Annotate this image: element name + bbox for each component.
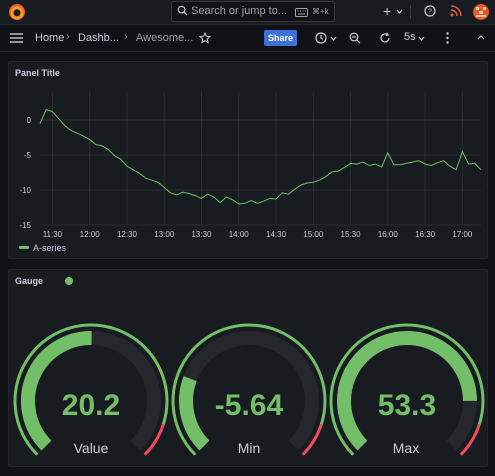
x-tick-label: 12:00: [80, 230, 101, 239]
y-tick-label: -10: [19, 186, 31, 195]
gauge-label-value: Value: [73, 440, 109, 456]
x-tick-label: 16:30: [415, 230, 436, 239]
timeseries-panel: Panel Title 0 -5 -10 -15 11:30 12:00 12:30 13:…: [8, 61, 488, 259]
gauge-value: 20.2: [13, 323, 169, 456]
gauge-chart: 20.2 -5.64 53.3: [13, 323, 485, 456]
y-tick-label: -5: [24, 151, 32, 160]
gauge-label-max: Max: [392, 440, 420, 456]
keyboard-icon: [295, 8, 308, 17]
avatar-icon: [476, 7, 486, 17]
rss-news-icon[interactable]: [450, 5, 462, 17]
chevron-down-icon[interactable]: [418, 36, 425, 41]
gauge-value-text: 53.3: [378, 389, 436, 422]
gauge-min: -5.64: [171, 323, 327, 456]
x-tick-label: 14:00: [229, 230, 250, 239]
gauge-value-arc: [179, 376, 210, 451]
grafana-logo-icon[interactable]: [9, 4, 25, 20]
search-input[interactable]: Search or jump to... ⌘+k: [171, 1, 335, 22]
legend-swatch: [19, 246, 29, 249]
help-icon[interactable]: ?: [424, 5, 436, 17]
svg-text:?: ?: [428, 9, 432, 16]
breadcrumb-separator: ›: [66, 31, 70, 43]
y-tick-label: 0: [27, 116, 32, 125]
x-tick-label: 15:00: [303, 230, 324, 239]
x-tick-label: 15:30: [341, 230, 362, 239]
x-tick-label: 16:00: [378, 230, 399, 239]
gauge-label-min: Min: [237, 440, 261, 456]
star-icon[interactable]: [199, 32, 211, 44]
x-tick-label: 14:30: [266, 230, 287, 239]
search-icon: [177, 5, 188, 16]
x-tick-label: 13:00: [154, 230, 175, 239]
breadcrumb-current-dashboard: Awesome...: [136, 32, 194, 44]
chevron-up-icon[interactable]: [477, 35, 485, 40]
user-avatar[interactable]: [473, 4, 489, 20]
search-placeholder: Search or jump to...: [191, 5, 287, 17]
chevron-down-icon[interactable]: [396, 9, 403, 14]
breadcrumb-home[interactable]: Home: [35, 32, 64, 44]
x-tick-label: 11:30: [43, 230, 63, 239]
x-tick-label: 17:00: [452, 230, 473, 239]
zoom-out-icon[interactable]: [349, 32, 361, 44]
breadcrumb-separator: ›: [124, 31, 128, 43]
top-bar: Search or jump to... ⌘+k + ?: [0, 0, 495, 25]
breadcrumb-dashboards[interactable]: Dashb...: [78, 32, 119, 44]
refresh-icon[interactable]: [379, 32, 391, 44]
timeseries-chart: 0 -5 -10 -15 11:30 12:00 12:30 13:00 13:30 14:00…: [19, 92, 482, 239]
legend-item-a-series[interactable]: A-series: [33, 243, 66, 253]
x-tick-label: 13:30: [191, 230, 212, 239]
add-new-button[interactable]: +: [383, 3, 391, 19]
x-tick-label: 12:30: [117, 230, 138, 239]
search-shortcut: ⌘+k: [312, 7, 329, 16]
divider: [410, 5, 411, 19]
time-picker-clock-icon[interactable]: [315, 32, 327, 44]
gauge-panel: Gauge 20.2 -5.64 53.3 Value Min Max: [8, 269, 488, 467]
dashboard-nav-bar: Home › Dashb... › Awesome... Share 5s: [0, 26, 495, 52]
gauge-max: 53.3: [329, 323, 485, 456]
chevron-down-icon[interactable]: [330, 36, 337, 41]
menu-icon[interactable]: [10, 33, 23, 43]
gauge-value-text: 20.2: [62, 389, 120, 422]
refresh-interval-picker[interactable]: 5s: [404, 31, 416, 43]
more-options-icon[interactable]: [446, 32, 449, 44]
share-button[interactable]: Share: [264, 30, 297, 46]
gauge-value-text: -5.64: [215, 389, 284, 422]
y-tick-label: -15: [19, 221, 31, 230]
